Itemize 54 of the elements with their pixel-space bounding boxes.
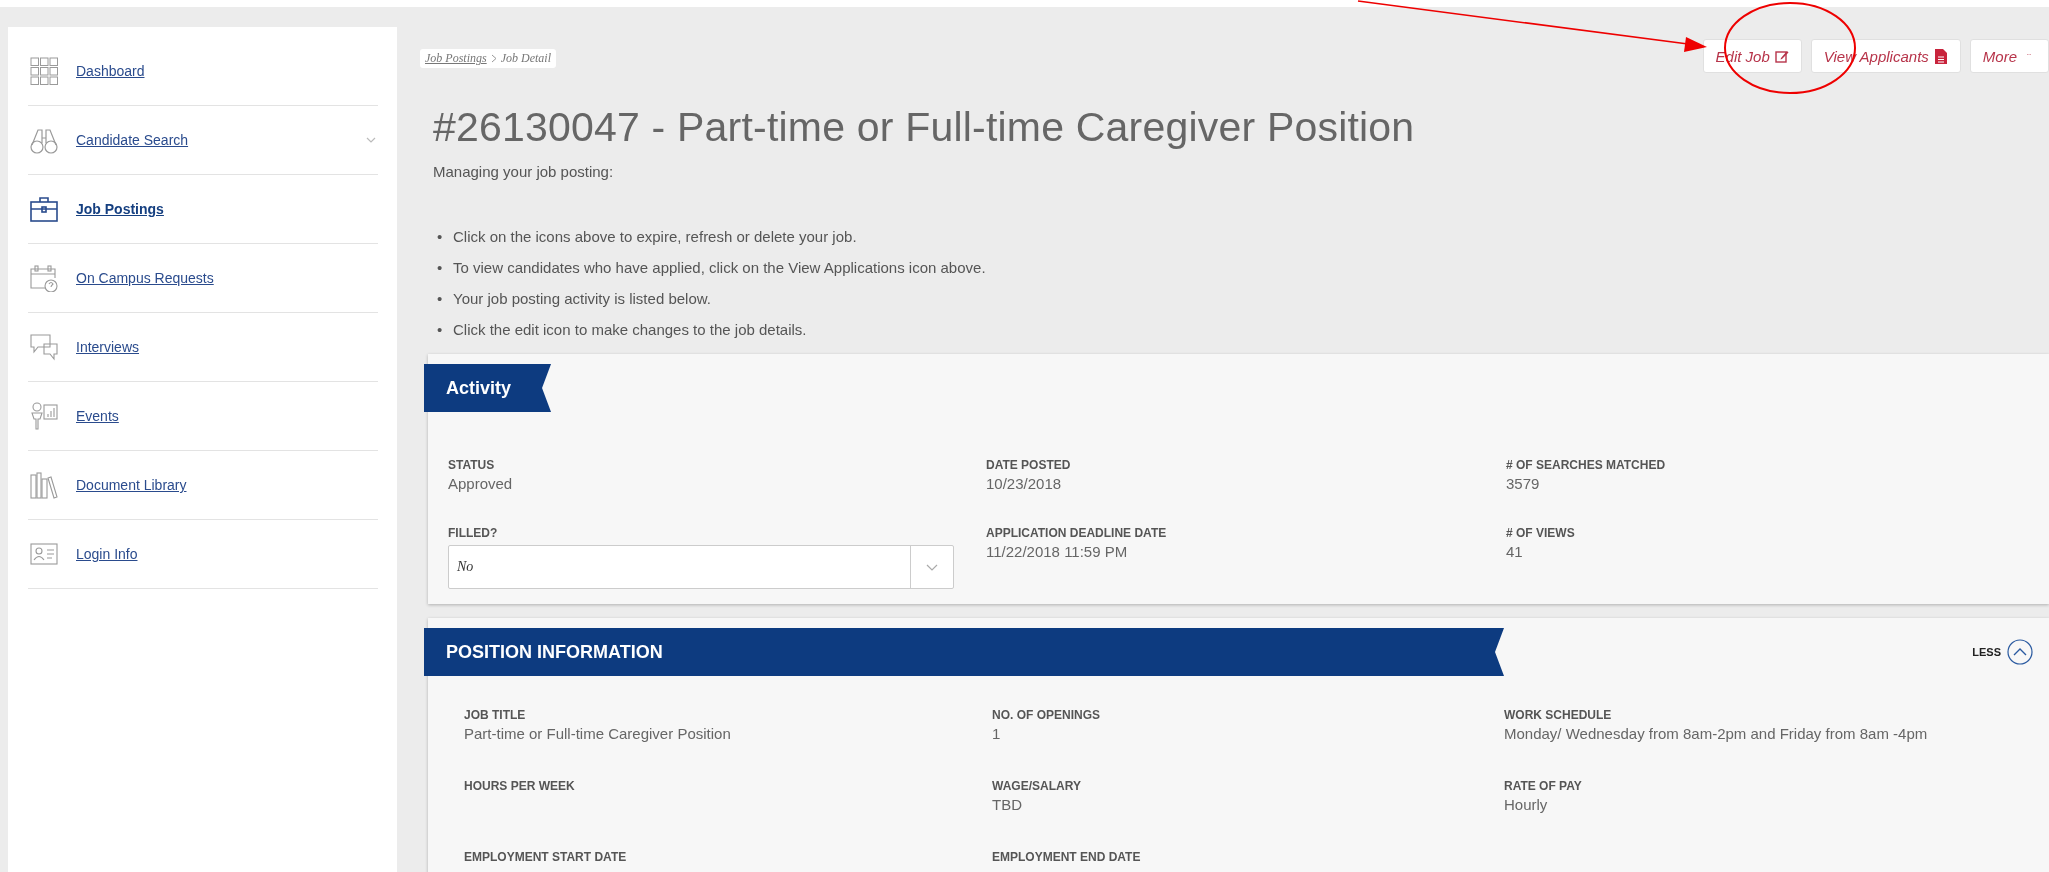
field-label: EMPLOYMENT START DATE [464, 850, 628, 864]
field-value: Monday/ Wednesday from 8am-2pm and Friday from 8am -4pm [1504, 725, 1929, 742]
instruction-item: Your job posting activity is listed below. [453, 290, 711, 307]
section-banner: POSITION INFORMATION [424, 628, 1504, 676]
bullet-marker: • [437, 321, 444, 338]
bullet-marker: • [437, 290, 444, 307]
field-label: # OF SEARCHES MATCHED [1506, 458, 1667, 472]
field-value: 11/22/2018 11:59 PM [986, 543, 1129, 560]
field-label: WAGE/SALARY [992, 779, 1082, 793]
field-label: JOB TITLE [464, 708, 527, 722]
document-icon [1933, 48, 1948, 64]
filled-dropdown[interactable]: No [448, 545, 954, 589]
field-label: APPLICATION DEADLINE DATE [986, 526, 1168, 540]
instruction-item: Click the edit icon to make changes to the job details. [453, 321, 807, 338]
job-title: #26130047 - Part-time or Full-time Caregiver Position [433, 104, 1416, 151]
sidebar-link[interactable]: Document Library [76, 477, 187, 493]
field-label: # OF VIEWS [1506, 526, 1576, 540]
field-label: RATE OF PAY [1504, 779, 1583, 793]
field-label: EMPLOYMENT END DATE [992, 850, 1142, 864]
field-value: Part-time or Full-time Caregiver Position [464, 725, 732, 742]
instruction-item: Click on the icons above to expire, refresh or delete your job. [453, 228, 857, 245]
field-value: 3579 [1506, 475, 1541, 492]
sidebar-link[interactable]: Dashboard [76, 63, 145, 79]
intro-text: Managing your job posting: [433, 163, 615, 180]
field-value: 10/23/2018 [986, 475, 1063, 492]
bullet-marker: • [437, 228, 444, 245]
sidebar-link[interactable]: Job Postings [76, 201, 164, 217]
field-value: Hourly [1504, 796, 1549, 813]
instruction-item: To view candidates who have applied, click on the View Applications icon above. [453, 259, 986, 276]
chevron-right-icon [490, 54, 497, 63]
field-label: WORK SCHEDULE [1504, 708, 1613, 722]
sidebar-link[interactable]: Candidate Search [76, 132, 189, 148]
field-label: HOURS PER WEEK [464, 779, 576, 793]
field-value: Approved [448, 475, 514, 492]
field-label: FILLED? [448, 526, 499, 540]
field-label: STATUS [448, 458, 496, 472]
edit-icon [1774, 48, 1789, 64]
field-value: TBD [992, 796, 1023, 813]
section-banner: Activity [424, 364, 552, 412]
bullet-marker: • [437, 259, 444, 276]
chevron-down-icon[interactable] [366, 136, 376, 144]
sidebar-link[interactable]: Events [76, 408, 119, 424]
less-toggle[interactable]: LESS [1966, 638, 2039, 666]
field-value: 1 [992, 725, 1002, 742]
breadcrumb-link[interactable]: Job Postings [425, 51, 487, 66]
field-value: 41 [1506, 543, 1524, 560]
sidebar-link[interactable]: Interviews [76, 339, 140, 355]
field-label: NO. OF OPENINGS [992, 708, 1101, 722]
field-label: DATE POSTED [986, 458, 1072, 472]
more-button[interactable]: More [1969, 39, 2049, 73]
sidebar-link[interactable]: Login Info [76, 546, 138, 562]
chevron-down-icon [926, 563, 938, 571]
sidebar-link[interactable]: On Campus Requests [76, 270, 214, 286]
breadcrumb-current: Job Detail [500, 51, 551, 66]
